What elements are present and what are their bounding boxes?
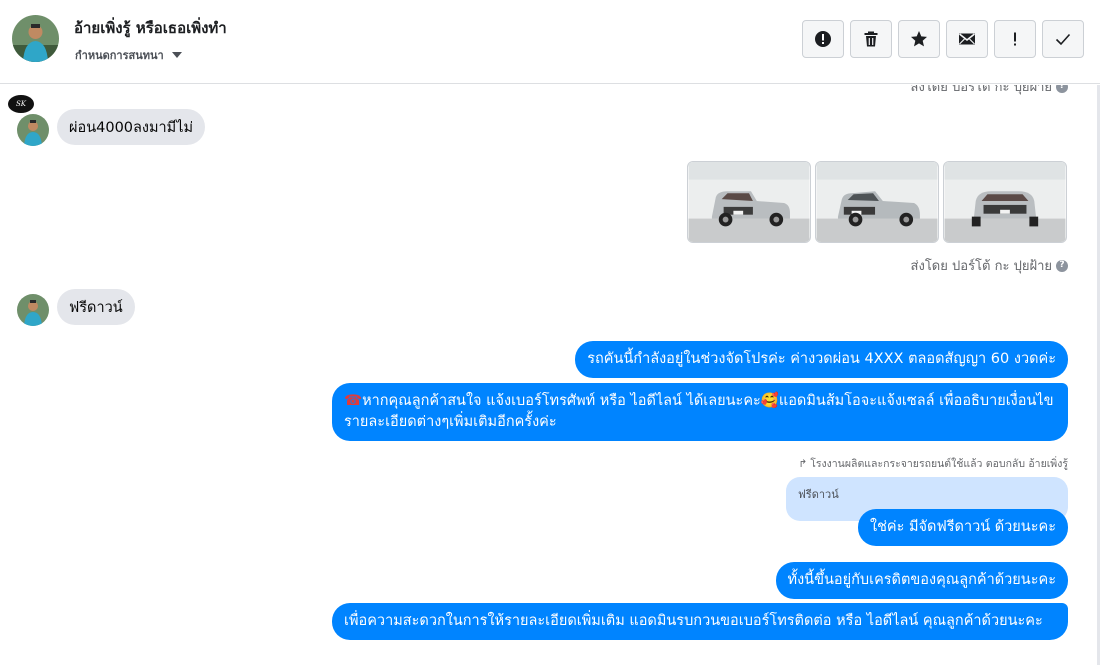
outgoing-message[interactable]: ☎หากคุณลูกค้าสนใจ แจ้งเบอร์โทรศัพท์ หรือ… [332, 383, 1068, 441]
reply-info: ↱ โรงงานผลิตและกระจายรถยนต์ใช้แล้ว ตอบกล… [798, 455, 1068, 472]
info-icon[interactable]: ? [1056, 85, 1068, 93]
reply-info-text: โรงงานผลิตและกระจายรถยนต์ใช้แล้ว ตอบกลับ… [810, 458, 1068, 470]
incoming-message[interactable]: ผ่อน4000ลงมามีไม่ [57, 109, 206, 145]
mark-unread-button[interactable] [946, 20, 988, 58]
page-logo: SK [8, 95, 34, 113]
done-button[interactable] [1042, 20, 1084, 58]
spam-button[interactable] [802, 20, 844, 58]
contact-name[interactable]: อ้ายเพิ่งรู้ หรือเธอเพิ่งทำ [74, 16, 227, 40]
contact-avatar-small[interactable] [17, 294, 49, 326]
check-icon [1055, 33, 1071, 46]
sent-by-label: ส่งโดย ปอร์โต้ กะ ปุยฝ้าย ? [911, 255, 1068, 276]
outgoing-message[interactable]: รถคันนี้กำลังอยู่ในช่วงจัดโปรค่ะ ค่างวดผ… [575, 341, 1068, 378]
header-toolbar [802, 20, 1084, 58]
follow-up-button[interactable] [994, 20, 1036, 58]
sent-by-text: ส่งโดย ปอร์โต้ กะ ปุยฝ้าย [910, 259, 1052, 274]
trash-icon [864, 31, 878, 47]
outgoing-message[interactable]: เพื่อความสะดวกในการให้รายละเอียดเพิ่มเติ… [332, 603, 1068, 640]
outgoing-message-text: หากคุณลูกค้าสนใจ แจ้งเบอร์โทรศัพท์ หรือ … [362, 393, 761, 409]
exclamation-icon [1014, 32, 1016, 46]
conversation-options-label: กำหนดการสนทนา [75, 49, 164, 62]
outgoing-message[interactable]: ทั้งนี้ขึ้นอยู่กับเครดิตของคุณลูกค้าด้วย… [775, 562, 1068, 599]
incoming-message[interactable]: ฟรีดาวน์ [57, 289, 135, 325]
delete-button[interactable] [850, 20, 892, 58]
caret-down-icon [171, 52, 182, 58]
quoted-message-text: ฟรีดาวน์ [798, 488, 839, 501]
star-icon [911, 31, 927, 47]
car-photo-2[interactable] [815, 161, 939, 243]
car-photo-3[interactable] [943, 161, 1067, 243]
contact-avatar[interactable] [12, 15, 59, 62]
envelope-icon [959, 33, 975, 45]
sent-by-label: ส่งโดย ปอร์โต้ กะ ปุยฝ้าย ? [911, 85, 1068, 97]
smiling-hearts-emoji: 🥰 [760, 393, 779, 409]
reply-arrow-icon: ↱ [798, 457, 808, 470]
telephone-emoji: ☎ [344, 393, 363, 409]
info-icon[interactable]: ? [1056, 259, 1068, 272]
message-thread[interactable]: ส่งโดย ปอร์โต้ กะ ปุยฝ้าย ? SK ผ่อน4000ล… [0, 85, 1100, 665]
sent-by-text: ส่งโดย ปอร์โต้ กะ ปุยฝ้าย [910, 85, 1052, 95]
photo-attachments [687, 161, 1067, 243]
car-photo-1[interactable] [687, 161, 811, 243]
conversation-options-dropdown[interactable]: กำหนดการสนทนา [75, 46, 182, 64]
outgoing-message[interactable]: ใช่ค่ะ มีจัดฟรีดาวน์ ด้วยนะคะ [857, 509, 1068, 546]
alert-circle-icon [815, 31, 831, 47]
star-button[interactable] [898, 20, 940, 58]
contact-avatar-small[interactable] [17, 114, 49, 146]
conversation-header: อ้ายเพิ่งรู้ หรือเธอเพิ่งทำ กำหนดการสนทน… [0, 0, 1100, 84]
